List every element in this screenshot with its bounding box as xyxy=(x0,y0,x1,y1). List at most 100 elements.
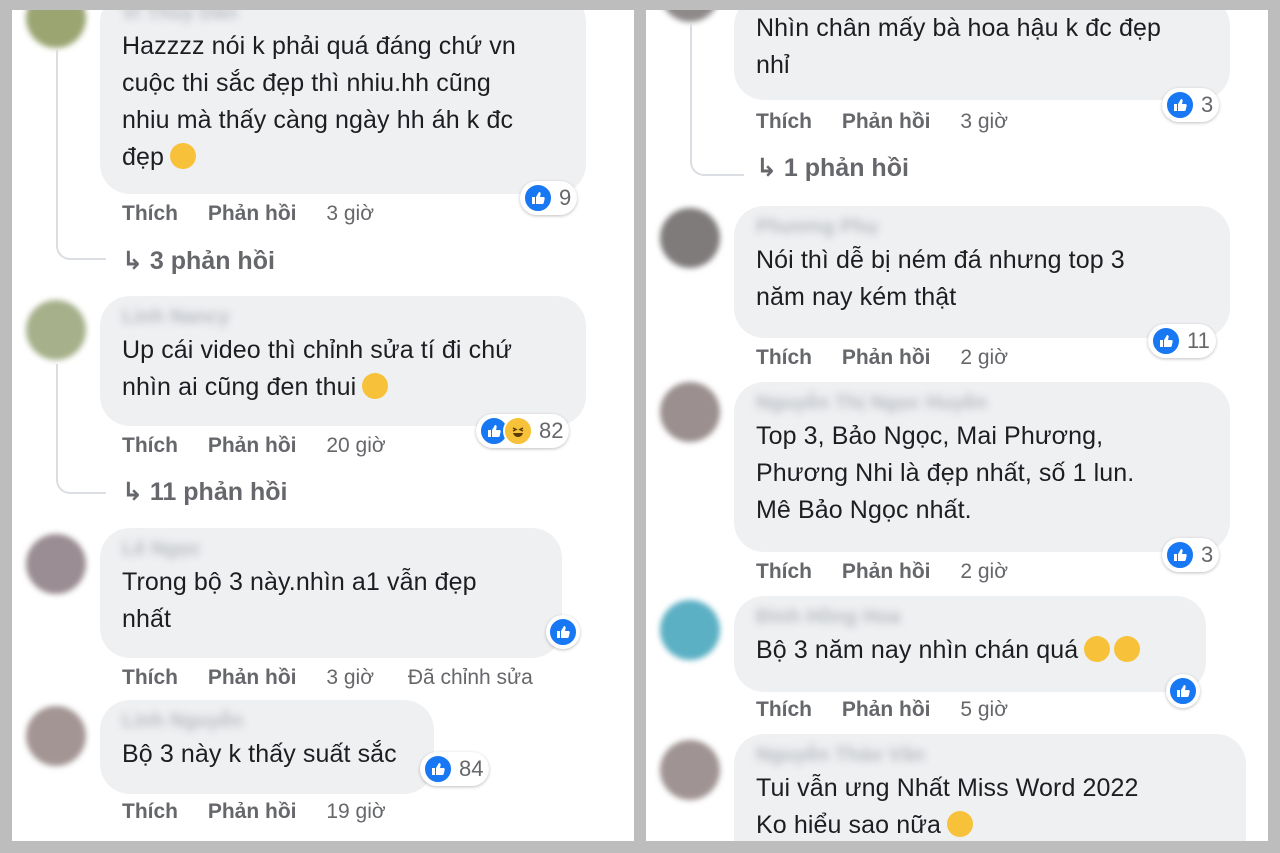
comment-text: Up cái video thì chỉnh sửa tí đi chứ nhì… xyxy=(122,336,513,401)
comment-text: Hazzzz nói k phải quá đáng chứ vn cuộc t… xyxy=(122,32,516,171)
reply-arrow-icon: ↳ xyxy=(122,247,150,275)
reply-arrow-icon: ↳ xyxy=(756,154,784,182)
comment-time[interactable]: 2 giờ xyxy=(960,560,1008,583)
comment-time[interactable]: 3 giờ xyxy=(960,110,1008,133)
like-button[interactable]: Thích xyxy=(756,560,812,583)
reply-button[interactable]: Phản hồi xyxy=(208,202,297,225)
comment-text: Trong bộ 3 này.nhìn a1 vẫn đẹp nhất xyxy=(122,568,477,633)
comment-author[interactable]: Lê Ngọc xyxy=(122,538,262,564)
hugging-emoji xyxy=(362,373,389,399)
comment-author[interactable]: Nguyễn Thị Ngọc Huyền xyxy=(756,392,1026,418)
comment-author[interactable]: Đinh Hồng Hoa xyxy=(756,606,936,632)
avatar[interactable] xyxy=(660,10,720,22)
avatar[interactable] xyxy=(660,208,720,268)
like-button[interactable]: Thích xyxy=(756,698,812,721)
comments-panel-left: Vi Thùy Dân Hazzzz nói k phải quá đáng c… xyxy=(12,10,634,841)
view-replies-link[interactable]: ↳ 1 phản hồi xyxy=(756,153,909,183)
comment-time[interactable]: 19 giờ xyxy=(326,800,385,823)
comment-bubble: Phương Phụ Nói thì dễ bị ném đá nhưng to… xyxy=(734,206,1230,338)
avatar[interactable] xyxy=(26,300,86,360)
comments-panel-right: Nhìn chân mấy bà hoa hậu k đc đẹp nhỉ 3 … xyxy=(646,10,1268,841)
comment-bubble: Vi Thùy Dân Hazzzz nói k phải quá đáng c… xyxy=(100,10,586,194)
sad-emoji xyxy=(1084,636,1111,662)
comment-text: Bộ 3 năm nay nhìn chán quá xyxy=(756,632,1184,669)
comment-author[interactable]: Vi Thùy Dân xyxy=(122,10,262,28)
comment-bubble: Lê Ngọc Trong bộ 3 này.nhìn a1 vẫn đẹp n… xyxy=(100,528,562,658)
reply-arrow-icon: ↳ xyxy=(122,478,150,506)
avatar[interactable] xyxy=(660,740,720,800)
comment-bubble: Nhìn chân mấy bà hoa hậu k đc đẹp nhỉ xyxy=(734,10,1230,100)
comment-author[interactable]: Phương Phụ xyxy=(756,216,896,242)
reaction-count: 3 xyxy=(1201,92,1214,117)
reaction-count: 82 xyxy=(539,418,564,443)
comment-text: Nói thì dễ bị ném đá nhưng top 3 năm nay… xyxy=(756,246,1125,311)
reply-button[interactable]: Phản hồi xyxy=(842,346,931,369)
avatar[interactable] xyxy=(26,10,86,48)
avatar[interactable] xyxy=(660,600,720,660)
reply-button[interactable]: Phản hồi xyxy=(842,698,931,721)
reply-button[interactable]: Phản hồi xyxy=(208,666,297,689)
comment-bubble: Linh Nancy Up cái video thì chỉnh sửa tí… xyxy=(100,296,586,426)
edited-label[interactable]: Đã chỉnh sửa xyxy=(408,666,533,689)
comment-text: Nhìn chân mấy bà hoa hậu k đc đẹp nhỉ xyxy=(756,14,1161,79)
comment-actions: Thích Phản hồi 2 giờ xyxy=(756,560,1036,584)
view-replies-link[interactable]: ↳ 3 phản hồi xyxy=(122,246,275,276)
comment-author[interactable]: Linh Nguyễn xyxy=(122,710,262,736)
reply-button[interactable]: Phản hồi xyxy=(208,434,297,457)
comment-actions: Thích Phản hồi 5 giờ xyxy=(756,698,1036,722)
reaction-count: 3 xyxy=(1201,542,1214,567)
like-button[interactable]: Thích xyxy=(756,346,812,369)
comment-time[interactable]: 2 giờ xyxy=(960,346,1008,369)
reply-button[interactable]: Phản hồi xyxy=(208,800,297,823)
avatar[interactable] xyxy=(660,382,720,442)
reaction-summary[interactable] xyxy=(546,615,580,649)
like-icon xyxy=(1168,676,1198,706)
laughing-with-tears-emoji xyxy=(170,143,197,169)
comment-author[interactable]: Nguyễn Thảo Vân xyxy=(756,744,926,770)
comment-time[interactable]: 3 giờ xyxy=(326,666,374,689)
reaction-summary[interactable] xyxy=(1166,674,1200,708)
view-replies-link[interactable]: ↳ 11 phản hồi xyxy=(122,477,287,507)
like-icon xyxy=(548,617,578,647)
comment-time[interactable]: 20 giờ xyxy=(326,434,385,457)
like-button[interactable]: Thích xyxy=(122,666,178,689)
reaction-summary[interactable]: 9 xyxy=(520,181,578,215)
like-button[interactable]: Thích xyxy=(122,202,178,225)
comment-author[interactable]: Linh Nancy xyxy=(122,306,262,332)
reply-button[interactable]: Phản hồi xyxy=(842,560,931,583)
comment-bubble: Nguyễn Thảo Vân Tui vẫn ưng Nhất Miss Wo… xyxy=(734,734,1246,841)
reaction-summary[interactable]: 3 xyxy=(1162,88,1220,122)
avatar[interactable] xyxy=(26,706,86,766)
like-button[interactable]: Thích xyxy=(122,800,178,823)
like-icon xyxy=(423,754,453,784)
comment-text: Top 3, Bảo Ngọc, Mai Phương, Phương Nhi … xyxy=(756,422,1135,524)
reaction-summary[interactable]: 84 xyxy=(420,752,490,786)
like-icon xyxy=(1165,90,1195,120)
like-icon xyxy=(1165,540,1195,570)
sad-emoji xyxy=(1114,636,1141,662)
reply-button[interactable]: Phản hồi xyxy=(842,110,931,133)
comment-actions: Thích Phản hồi 3 giờ Đã chỉnh sửa xyxy=(122,666,533,690)
haha-icon xyxy=(503,416,533,446)
reaction-summary[interactable]: 3 xyxy=(1162,538,1220,572)
thread-line xyxy=(56,364,106,494)
comment-bubble: Đinh Hồng Hoa Bộ 3 năm nay nhìn chán quá xyxy=(734,596,1206,692)
reaction-count: 84 xyxy=(459,756,484,781)
comment-actions: Thích Phản hồi 2 giờ xyxy=(756,346,1036,370)
like-button[interactable]: Thích xyxy=(756,110,812,133)
comment-time[interactable]: 3 giờ xyxy=(326,202,374,225)
comment-time[interactable]: 5 giờ xyxy=(960,698,1008,721)
comment-actions: Thích Phản hồi 3 giờ xyxy=(756,110,1036,134)
comment-text: Tui vẫn ưng Nhất Miss Word 2022 Ko hiểu … xyxy=(756,774,1139,839)
reaction-summary[interactable]: 11 xyxy=(1148,324,1216,358)
comment-bubble: Nguyễn Thị Ngọc Huyền Top 3, Bảo Ngọc, M… xyxy=(734,382,1230,552)
thread-line xyxy=(56,50,106,260)
reaction-summary[interactable]: 82 xyxy=(476,414,570,448)
avatar[interactable] xyxy=(26,534,86,594)
comment-actions: Thích Phản hồi 3 giờ xyxy=(122,202,402,226)
comment-text: Bộ 3 này k thấy suất sắc xyxy=(122,740,397,768)
reaction-count: 11 xyxy=(1187,328,1210,353)
like-button[interactable]: Thích xyxy=(122,434,178,457)
comment-bubble: Linh Nguyễn Bộ 3 này k thấy suất sắc xyxy=(100,700,434,794)
like-icon xyxy=(1151,326,1181,356)
